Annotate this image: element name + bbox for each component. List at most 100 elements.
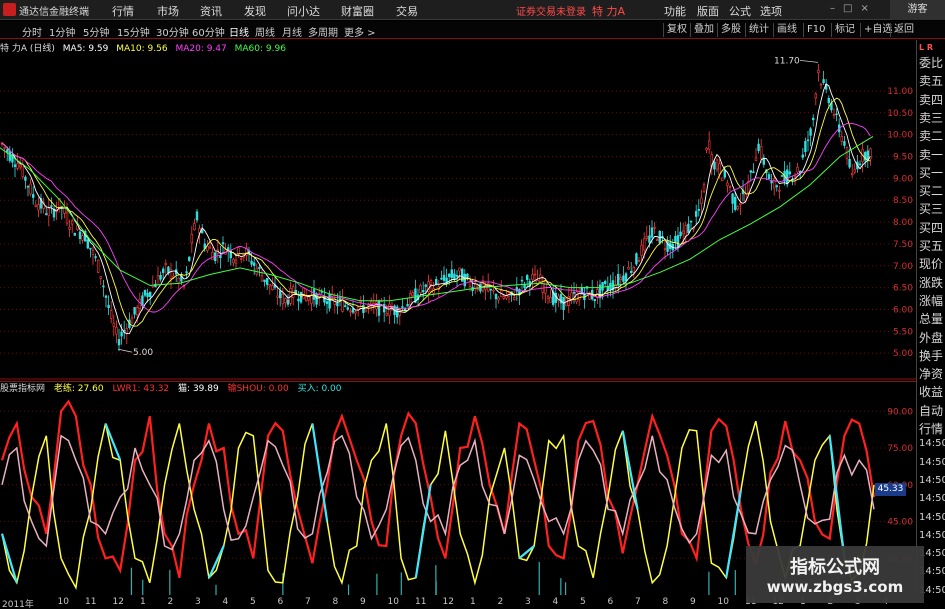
sidebar-item[interactable]: 14:50 [919, 475, 945, 486]
candle-body [104, 295, 108, 298]
close-icon[interactable]: × [860, 3, 876, 14]
sidebar-item[interactable]: 14:50 [919, 512, 945, 523]
candle-body [65, 212, 69, 224]
sidebar-item[interactable]: 行情 [919, 420, 943, 437]
period-tab-intraday[interactable]: 分时 [22, 24, 42, 39]
candle-body [307, 296, 310, 301]
sidebar-item[interactable]: 14:50 [919, 530, 945, 541]
tool-f10-button[interactable]: F10 [803, 23, 828, 37]
candle-body [848, 159, 851, 168]
price-tick-label: 11.00 [887, 87, 913, 97]
menu-item-market[interactable]: 市场 [157, 3, 179, 19]
mairu-value: 买入: 0.00 [297, 384, 342, 394]
candle-body [382, 303, 386, 313]
tool-draw-button[interactable]: 画线 [773, 23, 800, 37]
sidebar-item[interactable]: 买二 [919, 182, 943, 199]
sidebar-item[interactable]: 14:50 [919, 457, 945, 468]
candle-body [26, 185, 30, 188]
time-axis-label: 8 [332, 597, 339, 607]
candle-body [221, 242, 225, 245]
sidebar-item[interactable]: 涨跌 [919, 274, 943, 291]
candle-body [679, 231, 682, 237]
price-chart[interactable]: 11.00 10.50 10.00 9.50 9.00 8.50 8.00 7.50 7.00 6… [0, 40, 916, 380]
sidebar-item[interactable]: 自动 [919, 402, 943, 419]
watermark-title: 指标公式网 [790, 557, 880, 578]
sidebar-item[interactable]: 收益 [919, 383, 943, 400]
period-tab-30min[interactable]: 30分钟 [156, 24, 189, 39]
candle-body [817, 69, 820, 73]
period-tab-multi[interactable]: 多周期 [308, 24, 338, 39]
candle-body [681, 230, 685, 235]
menu-item-trade[interactable]: 交易 [396, 3, 418, 19]
candle-body [34, 204, 38, 207]
candle-body [801, 154, 805, 158]
tool-mark-button[interactable]: 标记 [831, 23, 858, 37]
menu-item-function[interactable]: 功能 [664, 3, 686, 19]
candle-body [260, 275, 264, 282]
time-axis-label: 4 [222, 597, 229, 607]
candle-body [310, 295, 313, 304]
candle-body [788, 171, 792, 175]
candle-body [533, 273, 537, 276]
menu-item-quotes[interactable]: 行情 [112, 3, 134, 19]
sidebar-item[interactable]: 买三 [919, 200, 943, 217]
period-tab-more[interactable]: 更多 > [344, 24, 376, 39]
candle-body [421, 290, 425, 293]
trade-login-warning[interactable]: 证券交易未登录 [516, 3, 586, 18]
tool-multi-stock-button[interactable]: 多股 [717, 23, 744, 37]
sidebar-item[interactable]: 卖二 [919, 127, 943, 144]
sidebar-item[interactable]: 卖三 [919, 109, 943, 126]
candle-body [700, 197, 703, 205]
menu-item-options[interactable]: 选项 [760, 3, 782, 19]
menu-item-wealth[interactable]: 财富圈 [341, 3, 374, 19]
sidebar-item[interactable]: 总量 [919, 310, 943, 327]
sidebar-item[interactable]: 卖五 [919, 72, 943, 89]
sidebar-item[interactable]: 净资 [919, 365, 943, 382]
sidebar-item[interactable]: 卖四 [919, 91, 943, 108]
tool-overlay-button[interactable]: 叠加 [690, 23, 717, 37]
tool-back-button[interactable]: 返回 [890, 23, 917, 37]
tool-adjust-button[interactable]: 复权 [663, 23, 690, 37]
sidebar-item[interactable]: 买四 [919, 219, 943, 236]
candle-body [268, 284, 271, 287]
candle-body [429, 280, 433, 285]
period-tab-1min[interactable]: 1分钟 [49, 24, 75, 39]
menu-item-layout[interactable]: 版面 [697, 3, 719, 19]
menu-item-news[interactable]: 资讯 [200, 3, 222, 19]
sidebar-item[interactable]: 卖一 [919, 146, 943, 163]
window-controls[interactable]: –□× [830, 3, 877, 14]
chart-stock-title: 特 力A (日线) [0, 44, 55, 54]
tool-stats-button[interactable]: 统计 [745, 23, 772, 37]
period-tab-5min[interactable]: 5分钟 [83, 24, 109, 39]
candle-body [102, 285, 105, 288]
time-axis-label: 6 [277, 597, 284, 607]
sidebar-item[interactable]: 委比 [919, 54, 943, 71]
minimize-icon[interactable]: – [830, 3, 843, 14]
sidebar-item[interactable]: 换手 [919, 347, 943, 364]
candle-body [388, 303, 391, 316]
menu-item-discover[interactable]: 发现 [244, 3, 266, 19]
high-annotation-label: 11.70 [774, 56, 800, 66]
period-tab-daily[interactable]: 日线 [229, 24, 249, 39]
period-tab-weekly[interactable]: 周线 [255, 24, 275, 39]
menu-item-ask[interactable]: 问小达 [287, 3, 320, 19]
sidebar-item[interactable]: 买一 [919, 164, 943, 181]
sidebar-item[interactable]: 14:50 [919, 438, 945, 449]
candle-body [263, 279, 266, 282]
guest-button[interactable]: 游客 [890, 0, 945, 20]
maximize-icon[interactable]: □ [843, 3, 860, 14]
candle-body [460, 268, 464, 282]
candle-body [107, 304, 110, 309]
time-axis-label: 7 [305, 597, 311, 607]
sidebar-item[interactable]: 买五 [919, 237, 943, 254]
menu-item-formula[interactable]: 公式 [729, 3, 751, 19]
sidebar-item[interactable]: 14:50 [919, 493, 945, 504]
time-axis-label: 12 [112, 597, 124, 607]
candle-body [843, 141, 846, 146]
period-tab-monthly[interactable]: 月线 [282, 24, 302, 39]
sidebar-item[interactable]: 涨幅 [919, 292, 943, 309]
sidebar-item[interactable]: 现价 [919, 255, 943, 272]
sidebar-item[interactable]: 外盘 [919, 329, 943, 346]
period-tab-15min[interactable]: 15分钟 [117, 24, 150, 39]
period-tab-60min[interactable]: 60分钟 [192, 24, 225, 39]
